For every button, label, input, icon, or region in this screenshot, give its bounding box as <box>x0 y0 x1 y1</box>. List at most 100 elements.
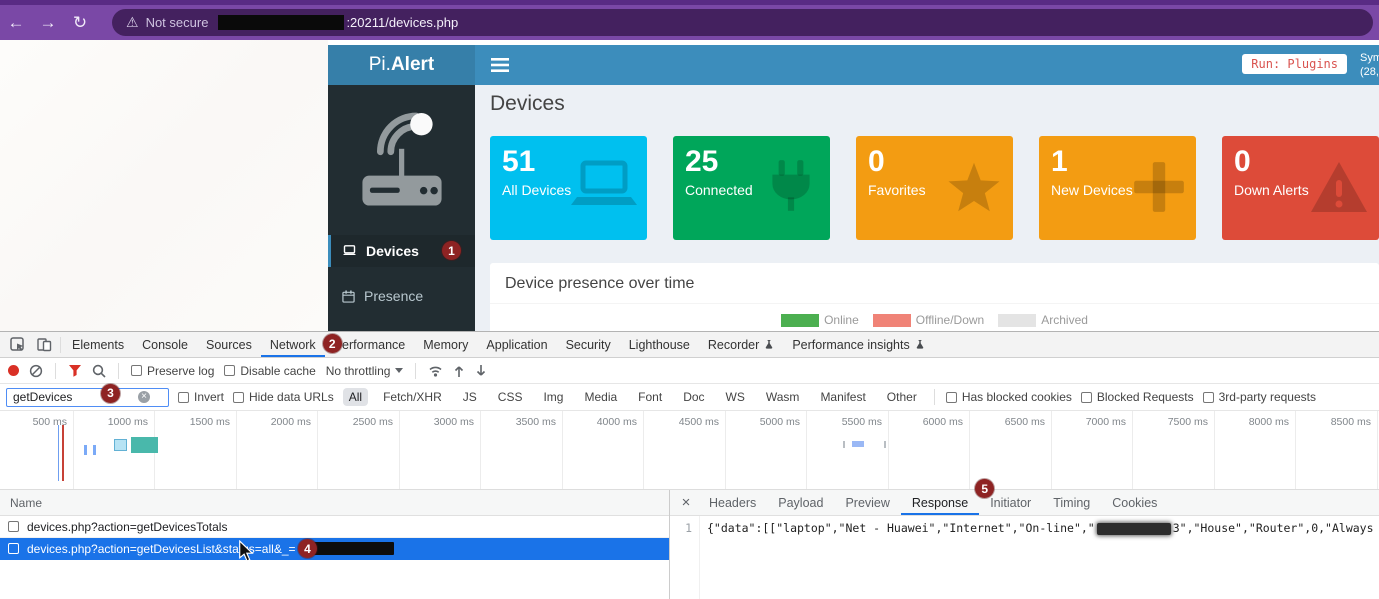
detail-tab-payload[interactable]: Payload <box>767 490 834 515</box>
pialert-router-logo <box>328 85 475 235</box>
arrow-up-icon <box>453 364 465 378</box>
star-icon <box>943 158 1005 216</box>
devtools-tab-recorder[interactable]: Recorder <box>699 332 783 357</box>
gridline <box>236 411 237 489</box>
app-logo-prefix: Pi. <box>369 54 391 76</box>
detail-tab-response[interactable]: Response 5 <box>901 490 979 515</box>
preserve-log-checkbox[interactable] <box>131 365 142 376</box>
tab-label: Timing <box>1053 496 1090 510</box>
detail-tab-cookies[interactable]: Cookies <box>1101 490 1168 515</box>
filter-chip-font[interactable]: Font <box>632 388 668 406</box>
request-checkbox[interactable] <box>8 543 19 554</box>
wifi-icon <box>428 364 443 377</box>
clear-button[interactable] <box>29 364 43 378</box>
detail-tab-timing[interactable]: Timing <box>1042 490 1101 515</box>
filter-toggle-button[interactable] <box>68 364 82 377</box>
filter-chip-js[interactable]: JS <box>457 388 483 406</box>
third-party-requests-label: 3rd-party requests <box>1219 390 1316 404</box>
card-connected[interactable]: 25 Connected <box>673 136 830 240</box>
network-action-toolbar: Preserve log Disable cache No throttling <box>0 358 1379 384</box>
detail-tab-preview[interactable]: Preview <box>834 490 900 515</box>
sidebar-item-presence[interactable]: Presence <box>328 280 475 312</box>
tab-label: Response <box>912 496 968 510</box>
devtools-tab-security[interactable]: Security <box>557 332 620 357</box>
run-plugins-button[interactable]: Run: Plugins <box>1242 54 1347 74</box>
third-party-requests-checkbox[interactable] <box>1203 392 1214 403</box>
export-har-button[interactable] <box>475 364 487 378</box>
close-detail-icon[interactable]: × <box>674 490 698 515</box>
timeline-tick-label: 6500 ms <box>985 416 1045 428</box>
preserve-log-checkbox-group: Preserve log <box>131 364 214 378</box>
experiment-flask-icon <box>915 339 925 351</box>
menu-toggle-button[interactable] <box>491 58 509 77</box>
sidebar-item-devices[interactable]: Devices 1 <box>328 235 475 267</box>
tab-label: Cookies <box>1112 496 1157 510</box>
annotation-step-1: 1 <box>442 241 461 260</box>
header-clip-line1: Sym <box>1360 51 1379 65</box>
filter-chip-all[interactable]: All <box>343 388 368 406</box>
request-checkbox[interactable] <box>8 521 19 532</box>
filter-chip-img[interactable]: Img <box>537 388 569 406</box>
third-party-requests-group: 3rd-party requests <box>1203 390 1316 404</box>
devtools-tab-performance-insights[interactable]: Performance insights <box>783 332 933 357</box>
network-overview-timeline[interactable]: 500 ms 1000 ms 1500 ms 2000 ms 2500 ms 3… <box>0 411 1379 490</box>
invert-checkbox[interactable] <box>178 392 189 403</box>
back-button[interactable]: ← <box>0 13 32 33</box>
devtools-tab-network[interactable]: Network 2 <box>261 332 325 357</box>
requests-name-header[interactable]: Name <box>0 490 669 516</box>
device-toolbar-button[interactable] <box>31 332 58 357</box>
app-header: Run: Plugins Sym (28, <box>475 45 1379 85</box>
timeline-tick-label: 7000 ms <box>1066 416 1126 428</box>
clear-filter-icon[interactable]: × <box>138 391 150 403</box>
tab-label: Preview <box>845 496 889 510</box>
tab-label: Performance <box>334 338 406 352</box>
import-har-button[interactable] <box>453 364 465 378</box>
card-favorites[interactable]: 0 Favorites <box>856 136 1013 240</box>
devtools-tab-elements[interactable]: Elements <box>63 332 133 357</box>
tab-label: Memory <box>423 338 468 352</box>
filter-chip-css[interactable]: CSS <box>492 388 529 406</box>
legend-item-archived: Archived <box>998 313 1088 327</box>
request-row-get-devices-totals[interactable]: devices.php?action=getDevicesTotals <box>0 516 669 538</box>
main-content: Devices 51 All Devices 25 Connected <box>475 85 1379 331</box>
request-row-get-devices-list[interactable]: devices.php?action=getDevicesList&status… <box>0 538 669 560</box>
record-button[interactable] <box>8 365 19 376</box>
experiment-flask-icon <box>764 339 774 351</box>
legend-swatch-archived <box>998 314 1036 327</box>
presence-panel-title: Device presence over time <box>490 263 1379 304</box>
hide-data-urls-checkbox-group: Hide data URLs <box>233 390 334 404</box>
throttling-dropdown[interactable]: No throttling <box>326 364 404 378</box>
has-blocked-cookies-checkbox[interactable] <box>946 392 957 403</box>
card-all-devices[interactable]: 51 All Devices <box>490 136 647 240</box>
filter-chip-manifest[interactable]: Manifest <box>814 388 871 406</box>
inspect-element-button[interactable] <box>4 332 31 357</box>
hide-data-urls-checkbox[interactable] <box>233 392 244 403</box>
disable-cache-checkbox[interactable] <box>224 365 235 376</box>
search-button[interactable] <box>92 364 106 378</box>
filter-chip-ws[interactable]: WS <box>720 388 751 406</box>
forward-button[interactable]: → <box>32 13 64 33</box>
devtools-tab-console[interactable]: Console <box>133 332 197 357</box>
blocked-requests-checkbox[interactable] <box>1081 392 1092 403</box>
filter-chip-doc[interactable]: Doc <box>677 388 710 406</box>
filter-chip-other[interactable]: Other <box>881 388 923 406</box>
detail-tab-headers[interactable]: Headers <box>698 490 767 515</box>
filter-chip-wasm[interactable]: Wasm <box>760 388 806 406</box>
refresh-button[interactable]: ↻ <box>64 13 96 33</box>
address-bar[interactable]: ⚠ Not secure :20211/devices.php <box>112 9 1373 36</box>
warning-triangle-icon <box>1307 158 1371 216</box>
filter-chip-fetch-xhr[interactable]: Fetch/XHR <box>377 388 448 406</box>
tab-label: Application <box>486 338 547 352</box>
response-body[interactable]: 1 {"data":[["laptop","Net - Huawei","Int… <box>670 516 1379 599</box>
devtools-tab-application[interactable]: Application <box>477 332 556 357</box>
network-conditions-button[interactable] <box>428 364 443 377</box>
app-logo[interactable]: Pi.Alert <box>328 45 475 85</box>
annotation-step-4: 4 <box>298 539 317 558</box>
devtools-tab-sources[interactable]: Sources <box>197 332 261 357</box>
card-new-devices[interactable]: 1 New Devices <box>1039 136 1196 240</box>
devtools-tab-lighthouse[interactable]: Lighthouse <box>620 332 699 357</box>
devtools-tab-memory[interactable]: Memory <box>414 332 477 357</box>
card-down-alerts[interactable]: 0 Down Alerts <box>1222 136 1379 240</box>
tab-label: Initiator <box>990 496 1031 510</box>
filter-chip-media[interactable]: Media <box>578 388 623 406</box>
